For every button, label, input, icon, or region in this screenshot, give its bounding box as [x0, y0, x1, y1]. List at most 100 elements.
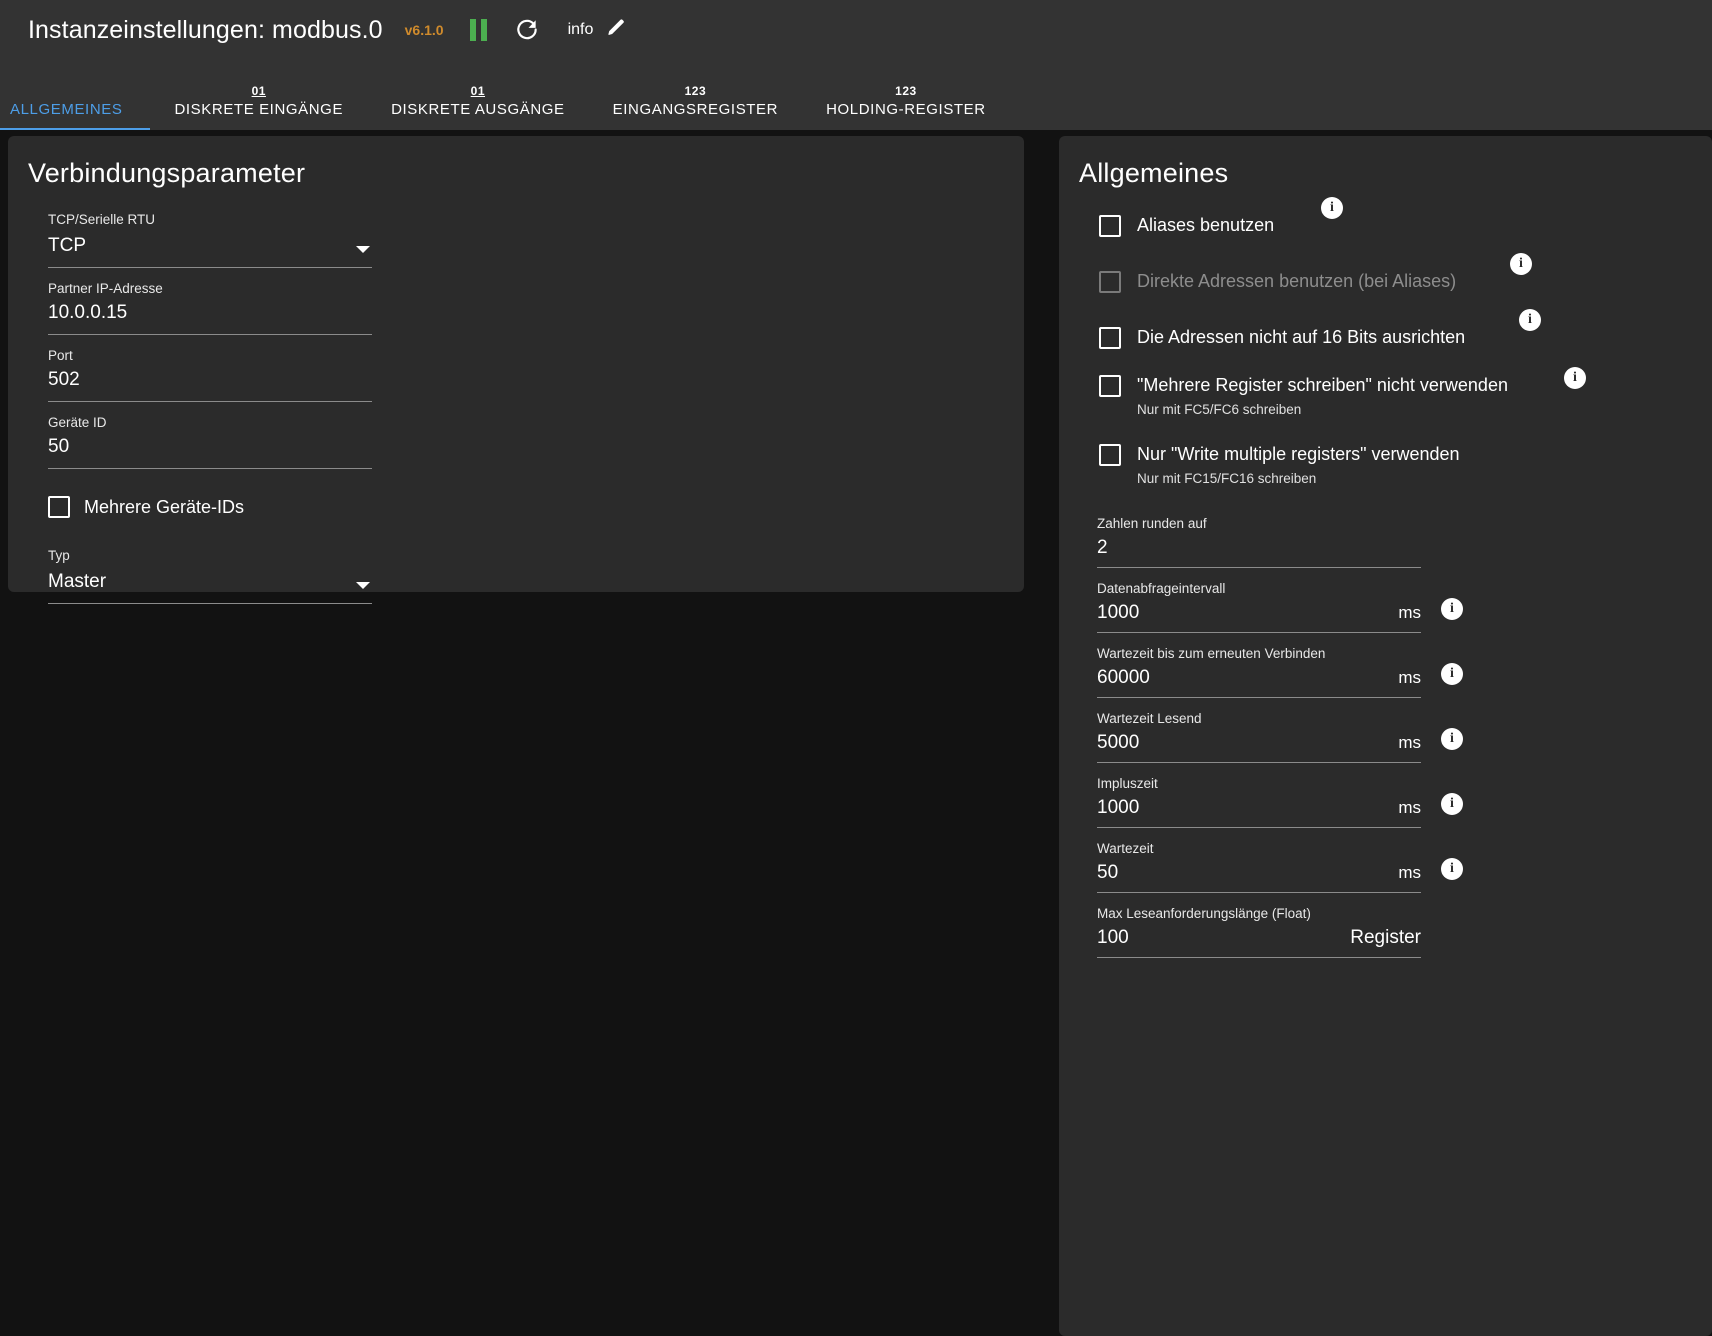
port-field[interactable]: Port 502 — [48, 335, 372, 402]
connection-type-label: TCP/Serielle RTU — [48, 212, 156, 227]
tab-diskrete-eingaenge[interactable]: 01 DISKRETE EINGÄNGE — [150, 60, 367, 130]
datenabfrageintervall-unit: ms — [1398, 603, 1421, 622]
impluszeit-value: 1000 — [1097, 797, 1140, 818]
info-icon[interactable]: i — [1441, 598, 1463, 620]
port-value: 502 — [48, 369, 80, 390]
refresh-button[interactable] — [514, 17, 540, 43]
adressen-nicht-ausrichten-row[interactable]: Die Adressen nicht auf 16 Bits ausrichte… — [1099, 309, 1684, 357]
chevron-down-icon — [356, 246, 370, 253]
multi-device-ids-label: Mehrere Geräte-IDs — [84, 496, 245, 517]
tab-label: ALLGEMEINES — [10, 101, 123, 118]
info-icon[interactable]: i — [1441, 728, 1463, 750]
tab-icon-123: 123 — [684, 84, 707, 98]
device-id-value: 50 — [48, 436, 70, 457]
multi-device-ids-checkbox[interactable] — [48, 496, 70, 518]
tab-label: DISKRETE AUSGÄNGE — [391, 101, 565, 118]
type-value: Master — [48, 571, 107, 592]
multi-device-ids-row[interactable]: Mehrere Geräte-IDs — [48, 487, 996, 527]
page-title: Instanzeinstellungen: modbus.0 — [28, 15, 383, 44]
version-badge: v6.1.0 — [404, 22, 444, 38]
direkte-adressen-label: Direkte Adressen benutzen (bei Aliases) — [1137, 271, 1457, 291]
wartezeit-verbinden-value: 60000 — [1097, 667, 1150, 688]
wartezeit-verbinden-field[interactable]: Wartezeit bis zum erneuten Verbinden 600… — [1097, 633, 1463, 698]
general-settings-title: Allgemeines — [1079, 158, 1229, 188]
max-leseanforderungslaenge-label: Max Leseanforderungslänge (Float) — [1097, 906, 1311, 921]
tab-icon-01: 01 — [470, 84, 486, 98]
device-id-field[interactable]: Geräte ID 50 — [48, 402, 372, 469]
wartezeit-field[interactable]: Wartezeit 50 ms i — [1097, 828, 1463, 893]
wartezeit-lesend-unit: ms — [1398, 733, 1421, 752]
wartezeit-verbinden-label: Wartezeit bis zum erneuten Verbinden — [1097, 646, 1326, 661]
impluszeit-label: Impluszeit — [1097, 776, 1158, 791]
tab-eingangsregister[interactable]: 123 EINGANGSREGISTER — [589, 60, 802, 130]
info-icon[interactable]: i — [1510, 253, 1532, 275]
chevron-down-icon — [356, 582, 370, 589]
wartezeit-verbinden-unit: ms — [1398, 668, 1421, 687]
tab-icon-01: 01 — [251, 84, 266, 98]
mehrere-register-checkbox[interactable] — [1099, 375, 1121, 397]
tab-label: EINGANGSREGISTER — [612, 101, 779, 118]
info-link[interactable]: info — [568, 21, 594, 39]
tab-label: DISKRETE EINGÄNGE — [174, 101, 344, 118]
direkte-adressen-checkbox[interactable] — [1099, 271, 1121, 293]
adressen-nicht-ausrichten-label: Die Adressen nicht auf 16 Bits ausrichte… — [1137, 327, 1466, 347]
max-leseanforderungslaenge-unit: Register — [1350, 927, 1421, 948]
max-leseanforderungslaenge-value: 100 — [1097, 927, 1129, 948]
datenabfrageintervall-label: Datenabfrageintervall — [1097, 581, 1226, 596]
instance-settings-page: Instanzeinstellungen: modbus.0 v6.1.0 in… — [0, 0, 1712, 1336]
pencil-icon — [605, 18, 627, 43]
type-select[interactable]: Typ Master — [48, 535, 372, 604]
write-multiple-registers-label: Nur "Write multiple registers" verwenden — [1137, 444, 1460, 464]
edit-button[interactable] — [605, 17, 627, 44]
tab-holding-register[interactable]: 123 HOLDING-REGISTER — [802, 60, 1010, 130]
partner-ip-field[interactable]: Partner IP-Adresse 10.0.0.15 — [48, 268, 372, 335]
pause-button[interactable] — [469, 19, 488, 41]
connection-parameters-panel: Verbindungsparameter TCP/Serielle RTU TC… — [8, 136, 1024, 604]
pause-icon — [469, 19, 488, 41]
wartezeit-label: Wartezeit — [1097, 841, 1154, 856]
info-icon[interactable]: i — [1519, 309, 1541, 331]
aliases-benutzen-label: Aliases benutzen — [1137, 215, 1275, 235]
write-multiple-registers-checkbox[interactable] — [1099, 444, 1121, 466]
write-multiple-registers-row[interactable]: Nur "Write multiple registers" verwenden… — [1099, 442, 1684, 489]
type-label: Typ — [48, 548, 70, 563]
impluszeit-field[interactable]: Impluszeit 1000 ms i — [1097, 763, 1463, 828]
info-icon[interactable]: i — [1564, 367, 1586, 389]
info-icon[interactable]: i — [1441, 793, 1463, 815]
adressen-nicht-ausrichten-checkbox[interactable] — [1099, 327, 1121, 349]
direkte-adressen-row[interactable]: Direkte Adressen benutzen (bei Aliases) … — [1099, 253, 1684, 301]
port-label: Port — [48, 348, 73, 363]
partner-ip-label: Partner IP-Adresse — [48, 281, 163, 296]
refresh-icon — [514, 17, 540, 43]
info-icon[interactable]: i — [1441, 858, 1463, 880]
zahlen-runden-value: 2 — [1097, 537, 1108, 558]
datenabfrageintervall-field[interactable]: Datenabfrageintervall 1000 ms i — [1097, 568, 1463, 633]
partner-ip-value: 10.0.0.15 — [48, 302, 128, 323]
tab-icon-123: 123 — [895, 84, 917, 98]
write-multiple-registers-sublabel: Nur mit FC15/FC16 schreiben — [1137, 471, 1317, 486]
max-leseanforderungslaenge-field[interactable]: Max Leseanforderungslänge (Float) 100 Re… — [1097, 893, 1421, 958]
mehrere-register-label: "Mehrere Register schreiben" nicht verwe… — [1137, 375, 1508, 395]
connection-type-value: TCP — [48, 235, 86, 256]
tab-diskrete-ausgaenge[interactable]: 01 DISKRETE AUSGÄNGE — [367, 60, 589, 130]
impluszeit-unit: ms — [1398, 798, 1421, 817]
tab-allgemeines[interactable]: ALLGEMEINES — [0, 60, 151, 130]
wartezeit-lesend-label: Wartezeit Lesend — [1097, 711, 1202, 726]
info-icon[interactable]: i — [1321, 197, 1343, 219]
zahlen-runden-field[interactable]: Zahlen runden auf 2 — [1097, 503, 1421, 568]
aliases-benutzen-row[interactable]: Aliases benutzen i — [1099, 197, 1684, 245]
connection-type-select[interactable]: TCP/Serielle RTU TCP — [48, 199, 372, 268]
content-area: Verbindungsparameter TCP/Serielle RTU TC… — [0, 130, 1712, 1336]
wartezeit-lesend-field[interactable]: Wartezeit Lesend 5000 ms i — [1097, 698, 1463, 763]
mehrere-register-row[interactable]: "Mehrere Register schreiben" nicht verwe… — [1099, 367, 1684, 420]
info-icon[interactable]: i — [1441, 663, 1463, 685]
datenabfrageintervall-value: 1000 — [1097, 602, 1140, 623]
mehrere-register-sublabel: Nur mit FC5/FC6 schreiben — [1137, 402, 1302, 417]
device-id-label: Geräte ID — [48, 415, 107, 430]
wartezeit-unit: ms — [1398, 863, 1421, 882]
tab-bar: ALLGEMEINES 01 DISKRETE EINGÄNGE 01 DISK… — [0, 60, 1712, 130]
general-settings-panel: Allgemeines Aliases benutzen i Direkte A… — [1059, 136, 1712, 1336]
aliases-benutzen-checkbox[interactable] — [1099, 215, 1121, 237]
wartezeit-value: 50 — [1097, 862, 1119, 883]
wartezeit-lesend-value: 5000 — [1097, 732, 1140, 753]
